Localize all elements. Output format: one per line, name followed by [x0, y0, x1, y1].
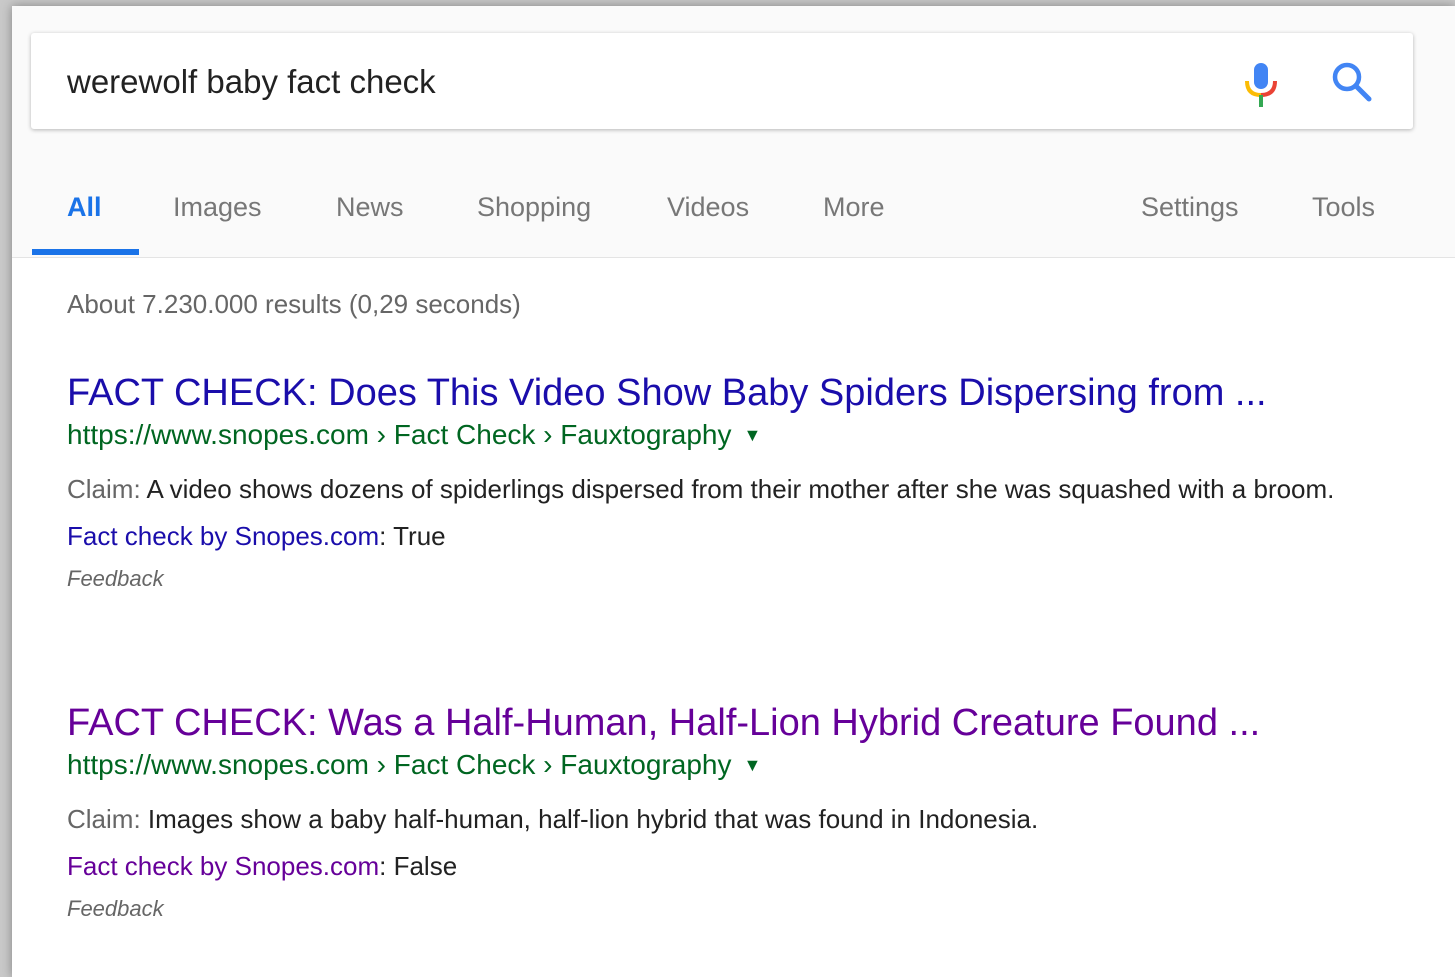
fact-check-rating: True — [393, 521, 446, 551]
claim-text: Images show a baby half-human, half-lion… — [140, 804, 1039, 834]
result-claim: Claim: Images show a baby half-human, ha… — [67, 802, 1367, 837]
result-url-breadcrumb[interactable]: https://www.snopes.com › Fact Check › Fa… — [67, 749, 731, 780]
search-tabs: All Images News Shopping Videos More Set… — [12, 184, 1455, 258]
fact-check-line: Fact check by Snopes.com: False — [67, 849, 1407, 884]
tab-settings[interactable]: Settings — [1141, 192, 1239, 223]
tab-images[interactable]: Images — [173, 192, 262, 223]
search-result: FACT CHECK: Does This Video Show Baby Sp… — [67, 371, 1407, 592]
result-title-link[interactable]: FACT CHECK: Does This Video Show Baby Sp… — [67, 371, 1407, 415]
active-tab-indicator — [32, 249, 139, 255]
caret-down-icon[interactable]: ▼ — [743, 748, 761, 782]
tab-all[interactable]: All — [67, 192, 102, 223]
claim-label: Claim: — [67, 474, 141, 504]
browser-frame: werewolf baby fact check All Images News… — [12, 6, 1455, 977]
fact-check-source-link[interactable]: Fact check by Snopes.com — [67, 851, 379, 881]
feedback-link[interactable]: Feedback — [67, 566, 164, 592]
tab-news[interactable]: News — [336, 192, 404, 223]
result-claim: Claim: A video shows dozens of spiderlin… — [67, 472, 1367, 507]
claim-text: A video shows dozens of spiderlings disp… — [140, 474, 1335, 504]
fact-check-separator: : — [379, 521, 394, 551]
fact-check-separator: : — [379, 851, 394, 881]
tab-videos[interactable]: Videos — [667, 192, 749, 223]
search-result: FACT CHECK: Was a Half-Human, Half-Lion … — [67, 701, 1407, 922]
search-input[interactable]: werewolf baby fact check — [67, 63, 436, 101]
tab-tools[interactable]: Tools — [1312, 192, 1375, 223]
tab-more[interactable]: More — [823, 192, 885, 223]
microphone-icon[interactable] — [1241, 61, 1281, 109]
search-icon[interactable] — [1329, 59, 1375, 105]
fact-check-rating: False — [393, 851, 458, 881]
caret-down-icon[interactable]: ▼ — [743, 418, 761, 452]
claim-label: Claim: — [67, 804, 141, 834]
result-stats: About 7.230.000 results (0,29 seconds) — [67, 289, 521, 319]
fact-check-line: Fact check by Snopes.com: True — [67, 519, 1407, 554]
tab-shopping[interactable]: Shopping — [477, 192, 591, 223]
result-url-breadcrumb[interactable]: https://www.snopes.com › Fact Check › Fa… — [67, 419, 731, 450]
result-url: https://www.snopes.com › Fact Check › Fa… — [67, 418, 1407, 452]
search-header: werewolf baby fact check All Images News… — [12, 6, 1455, 258]
result-title-link[interactable]: FACT CHECK: Was a Half-Human, Half-Lion … — [67, 701, 1407, 745]
result-url: https://www.snopes.com › Fact Check › Fa… — [67, 748, 1407, 782]
search-box[interactable]: werewolf baby fact check — [31, 33, 1413, 129]
feedback-link[interactable]: Feedback — [67, 896, 164, 922]
fact-check-source-link[interactable]: Fact check by Snopes.com — [67, 521, 379, 551]
